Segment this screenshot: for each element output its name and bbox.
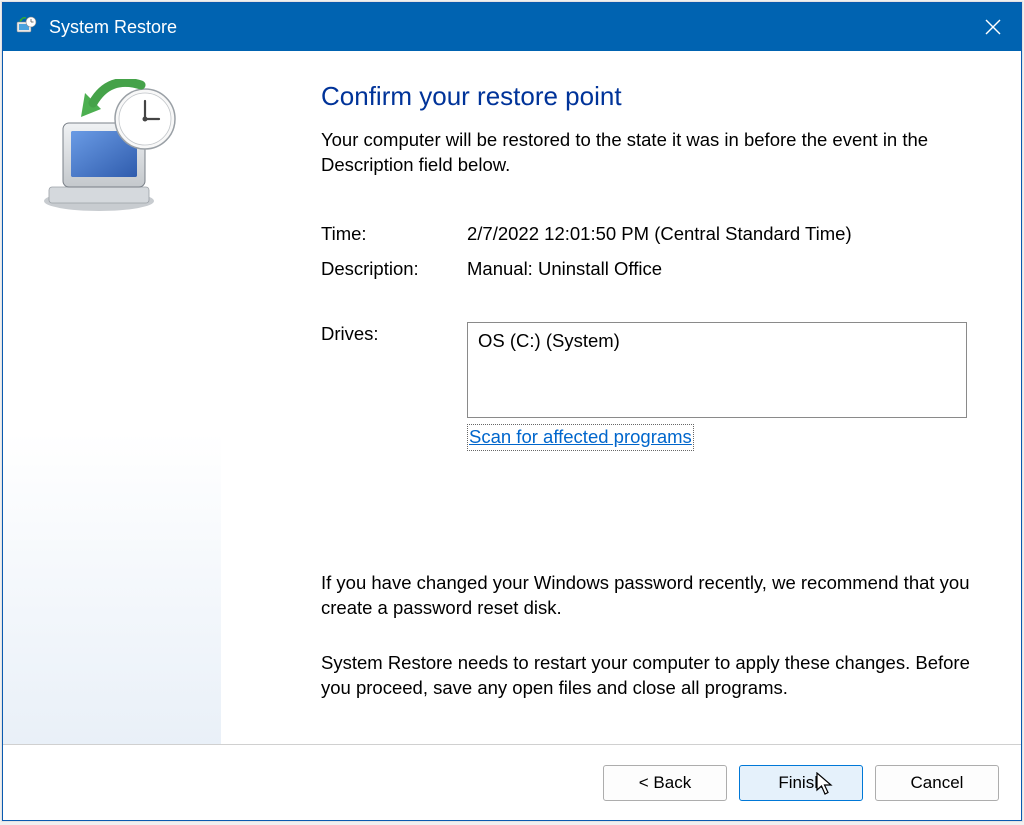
- description-label: Description:: [321, 257, 467, 282]
- titlebar: System Restore: [3, 3, 1021, 51]
- window-title: System Restore: [49, 17, 965, 38]
- time-row: Time: 2/7/2022 12:01:50 PM (Central Stan…: [321, 222, 973, 247]
- content-area: Confirm your restore point Your computer…: [221, 51, 1021, 744]
- back-button[interactable]: < Back: [603, 765, 727, 801]
- close-button[interactable]: [965, 3, 1021, 51]
- drives-row: Drives: OS (C:) (System) Scan for affect…: [321, 322, 973, 451]
- description-row: Description: Manual: Uninstall Office: [321, 257, 973, 282]
- time-value: 2/7/2022 12:01:50 PM (Central Standard T…: [467, 222, 973, 247]
- wizard-body: Confirm your restore point Your computer…: [3, 51, 1021, 744]
- button-bar: < Back Finish Cancel: [3, 744, 1021, 820]
- restore-graphic-icon: [37, 79, 187, 219]
- close-icon: [985, 19, 1001, 35]
- intro-text: Your computer will be restored to the st…: [321, 128, 973, 178]
- page-heading: Confirm your restore point: [321, 79, 973, 114]
- time-label: Time:: [321, 222, 467, 247]
- app-icon: [13, 14, 39, 40]
- sidebar: [3, 51, 221, 744]
- restart-note: System Restore needs to restart your com…: [321, 651, 973, 701]
- drives-label: Drives:: [321, 322, 467, 451]
- system-restore-window: System Restore: [2, 2, 1022, 821]
- password-note: If you have changed your Windows passwor…: [321, 571, 973, 621]
- drives-listbox[interactable]: OS (C:) (System): [467, 322, 967, 418]
- description-value: Manual: Uninstall Office: [467, 257, 973, 282]
- finish-button[interactable]: Finish: [739, 765, 863, 801]
- scan-affected-programs-link[interactable]: Scan for affected programs: [467, 424, 694, 451]
- cancel-button[interactable]: Cancel: [875, 765, 999, 801]
- drive-item[interactable]: OS (C:) (System): [478, 329, 956, 354]
